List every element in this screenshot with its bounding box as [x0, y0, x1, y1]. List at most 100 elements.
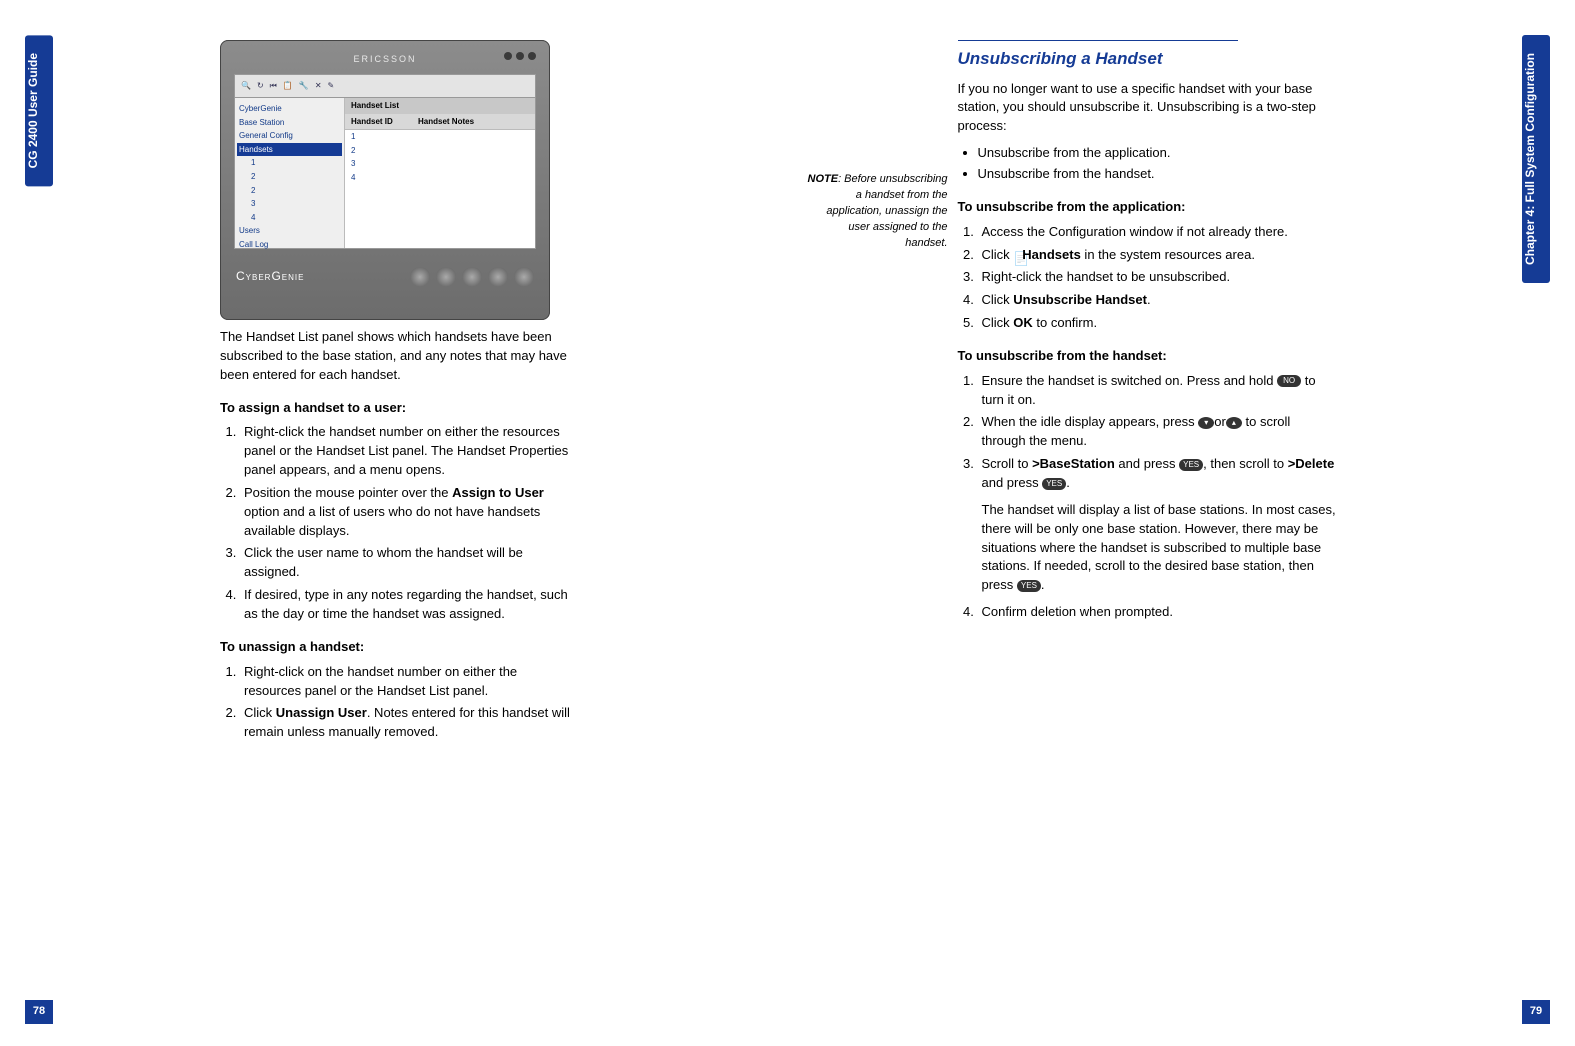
step-text: When the idle display appears, press	[982, 414, 1199, 429]
step-detail: The handset will display a list of base …	[982, 501, 1338, 595]
bold-term: >Delete	[1288, 456, 1335, 471]
step: Click OK to confirm.	[978, 314, 1338, 333]
toolbar-icon: ✎	[328, 80, 335, 92]
right-page: Chapter 4: Full System Configuration 79 …	[788, 0, 1575, 1046]
step: Right-click the handset to be unsubscrib…	[978, 268, 1338, 287]
tree-item: 3	[237, 197, 342, 211]
tree-item: Call Log	[237, 238, 342, 252]
app-unsub-heading: To unsubscribe from the application:	[958, 198, 1338, 217]
step: Click 📄Handsets in the system resources …	[978, 246, 1338, 265]
step-text: Click	[982, 315, 1014, 330]
yes-key-icon: YES	[1179, 459, 1203, 471]
page-spread: CG 2400 User Guide 78 ERICSSON 🔍 ↻ ⏮	[0, 0, 1575, 1046]
footer-buttons	[410, 267, 534, 287]
step: Right-click on the handset number on eit…	[240, 663, 575, 701]
tree-item: Users	[237, 224, 342, 238]
note-text: : Before unsubscribing a handset from th…	[826, 173, 947, 249]
list-header: Handset ID Handset Notes	[345, 114, 535, 131]
step-text: Click	[982, 292, 1014, 307]
toolbar-icon: 🔧	[299, 80, 309, 92]
assign-steps: Right-click the handset number on either…	[220, 423, 575, 623]
bold-term: Handsets	[1022, 247, 1081, 262]
tree-item: 2	[237, 184, 342, 198]
bold-term: OK	[1013, 315, 1033, 330]
footer-circle-icon	[462, 267, 482, 287]
left-intro: The Handset List panel shows which hands…	[220, 328, 575, 385]
yes-key-icon: YES	[1042, 478, 1066, 490]
bullet-list: Unsubscribe from the application. Unsubs…	[958, 144, 1338, 184]
step-text: to confirm.	[1033, 315, 1097, 330]
right-content: Unsubscribing a Handset If you no longer…	[958, 40, 1338, 622]
list-row: 1	[345, 130, 535, 144]
footer-circle-icon	[514, 267, 534, 287]
hs-unsub-heading: To unsubscribe from the handset:	[958, 347, 1338, 366]
list-row: 4	[345, 171, 535, 185]
note-label: NOTE	[808, 173, 839, 185]
step-text: , then scroll to	[1203, 456, 1288, 471]
app-brand: CyberGenie	[236, 268, 304, 285]
left-content: ERICSSON 🔍 ↻ ⏮ 📋 🔧 ✕ ✎	[220, 40, 575, 742]
step: Scroll to >BaseStation and press YES, th…	[978, 455, 1338, 595]
tree-item: 4	[237, 211, 342, 225]
bold-term: >BaseStation	[1032, 456, 1115, 471]
list-row: 3	[345, 157, 535, 171]
step-text: Scroll to	[982, 456, 1033, 471]
tree-item: 2	[237, 170, 342, 184]
step: Confirm deletion when prompted.	[978, 603, 1338, 622]
window-dot	[504, 52, 512, 60]
bullet-item: Unsubscribe from the handset.	[978, 165, 1338, 184]
step-text: option and a list of users who do not ha…	[244, 504, 540, 538]
section-rule	[958, 40, 1238, 41]
toolbar-icon: 🔍	[241, 80, 251, 92]
app-titlebar: ERICSSON	[230, 50, 540, 70]
tree-item: CyberGenie	[237, 102, 342, 116]
footer-circle-icon	[410, 267, 430, 287]
footer-circle-icon	[488, 267, 508, 287]
right-page-number: 79	[1522, 1000, 1550, 1024]
app-toolbar: 🔍 ↻ ⏮ 📋 🔧 ✕ ✎	[234, 74, 536, 98]
list-title: Handset List	[345, 98, 535, 114]
step-text: Click	[244, 705, 276, 720]
margin-note: NOTE: Before unsubscribing a handset fro…	[808, 172, 948, 252]
up-arrow-icon: ▴	[1226, 417, 1242, 429]
app-list: Handset List Handset ID Handset Notes 1 …	[345, 98, 535, 248]
unassign-heading: To unassign a handset:	[220, 638, 575, 657]
step-text: The handset will display a list of base …	[982, 502, 1336, 592]
step-text: or	[1214, 414, 1226, 429]
toolbar-icon: 📋	[283, 80, 293, 92]
step-text: .	[1066, 475, 1070, 490]
tree-item-selected: Handsets	[237, 143, 342, 157]
step: Right-click the handset number on either…	[240, 423, 575, 480]
cell: 2	[345, 144, 412, 158]
window-dot	[528, 52, 536, 60]
right-side-tab: Chapter 4: Full System Configuration	[1522, 35, 1550, 283]
step: If desired, type in any notes regarding …	[240, 586, 575, 624]
step-text: in the system resources area.	[1081, 247, 1255, 262]
footer-circle-icon	[436, 267, 456, 287]
assign-heading: To assign a handset to a user:	[220, 399, 575, 418]
left-side-tab: CG 2400 User Guide	[25, 35, 53, 186]
step: When the idle display appears, press ▾or…	[978, 413, 1338, 451]
cell: 3	[345, 157, 412, 171]
list-row: 2	[345, 144, 535, 158]
toolbar-icon: ⏮	[270, 80, 277, 92]
app-tree: CyberGenie Base Station General Config H…	[235, 98, 345, 248]
bold-term: Assign to User	[452, 485, 544, 500]
list-col: Handset Notes	[412, 114, 480, 130]
section-title: Unsubscribing a Handset	[958, 47, 1338, 72]
bullet-item: Unsubscribe from the application.	[978, 144, 1338, 163]
step-text: .	[1041, 577, 1045, 592]
window-dot	[516, 52, 524, 60]
step: Click the user name to whom the handset …	[240, 544, 575, 582]
app-footer: CyberGenie	[230, 267, 540, 287]
hs-unsub-steps: Ensure the handset is switched on. Press…	[958, 372, 1338, 622]
toolbar-icon: ↻	[257, 80, 264, 92]
step: Position the mouse pointer over the Assi…	[240, 484, 575, 541]
step-text: and press	[982, 475, 1043, 490]
step-text: Position the mouse pointer over the	[244, 485, 452, 500]
step-text: and press	[1115, 456, 1179, 471]
tree-item: General Config	[237, 129, 342, 143]
tree-item: Base Station	[237, 116, 342, 130]
left-page: CG 2400 User Guide 78 ERICSSON 🔍 ↻ ⏮	[0, 0, 788, 1046]
tree-item: 1	[237, 156, 342, 170]
